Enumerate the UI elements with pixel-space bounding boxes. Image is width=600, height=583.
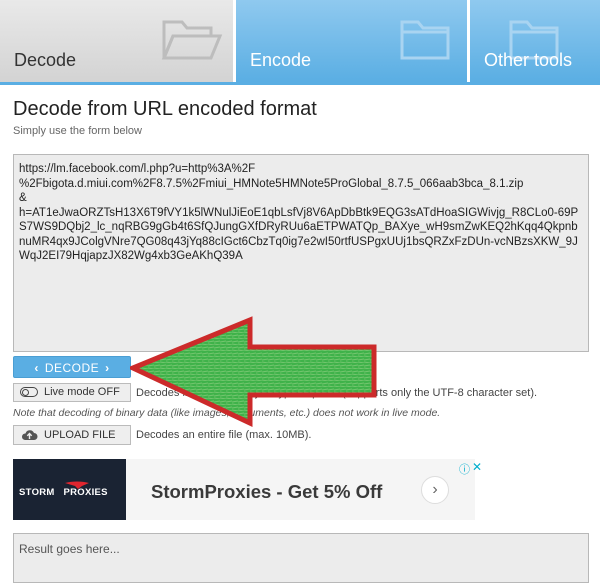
tab-underline: [0, 82, 600, 85]
cloud-upload-icon: [21, 430, 38, 440]
chevron-right-icon[interactable]: ›: [421, 476, 449, 504]
tab-bar: Decode Encode Other tools: [0, 0, 600, 85]
tab-other-tools-label: Other tools: [484, 50, 573, 70]
chevron-left-icon: ‹: [34, 361, 39, 375]
chevron-right-icon: ›: [105, 361, 110, 375]
live-mode-label: Live mode OFF: [44, 386, 120, 398]
upload-description: Decodes an entire file (max. 10MB).: [136, 429, 312, 441]
advertisement[interactable]: STORM PROXIES StormProxies - Get 5% Off …: [13, 459, 482, 520]
toggle-icon: [20, 387, 38, 397]
annotation-arrow: [130, 316, 377, 427]
upload-file-button[interactable]: UPLOAD FILE: [13, 425, 131, 445]
decode-button-label: DECODE: [44, 361, 100, 375]
result-output[interactable]: Result goes here...: [13, 533, 589, 583]
folder-open-icon: [161, 20, 223, 60]
ad-close-icon[interactable]: ✕: [472, 460, 482, 474]
folder-icon: [400, 20, 450, 60]
ad-logo: STORM PROXIES: [13, 459, 126, 520]
tab-encode-label: Encode: [250, 50, 312, 70]
upload-file-label: UPLOAD FILE: [44, 429, 116, 441]
ad-headline[interactable]: StormProxies - Get 5% Off: [151, 481, 382, 503]
ad-brand-accent: PROXIES: [63, 487, 108, 498]
ad-info-icon[interactable]: ⓘ: [459, 461, 470, 477]
tab-decode-label: Decode: [14, 50, 77, 70]
tab-encode[interactable]: Encode: [236, 0, 467, 82]
ad-brand: STORM: [19, 487, 55, 498]
ad-logo-text: STORM PROXIES: [19, 487, 108, 498]
tab-decode[interactable]: Decode: [0, 0, 233, 82]
tab-other-tools[interactable]: Other tools: [470, 0, 600, 82]
decode-button[interactable]: ‹ DECODE ›: [13, 356, 131, 378]
page-subtitle: Simply use the form below: [13, 125, 142, 137]
live-mode-toggle[interactable]: Live mode OFF: [13, 383, 131, 402]
page-title: Decode from URL encoded format: [13, 98, 317, 120]
